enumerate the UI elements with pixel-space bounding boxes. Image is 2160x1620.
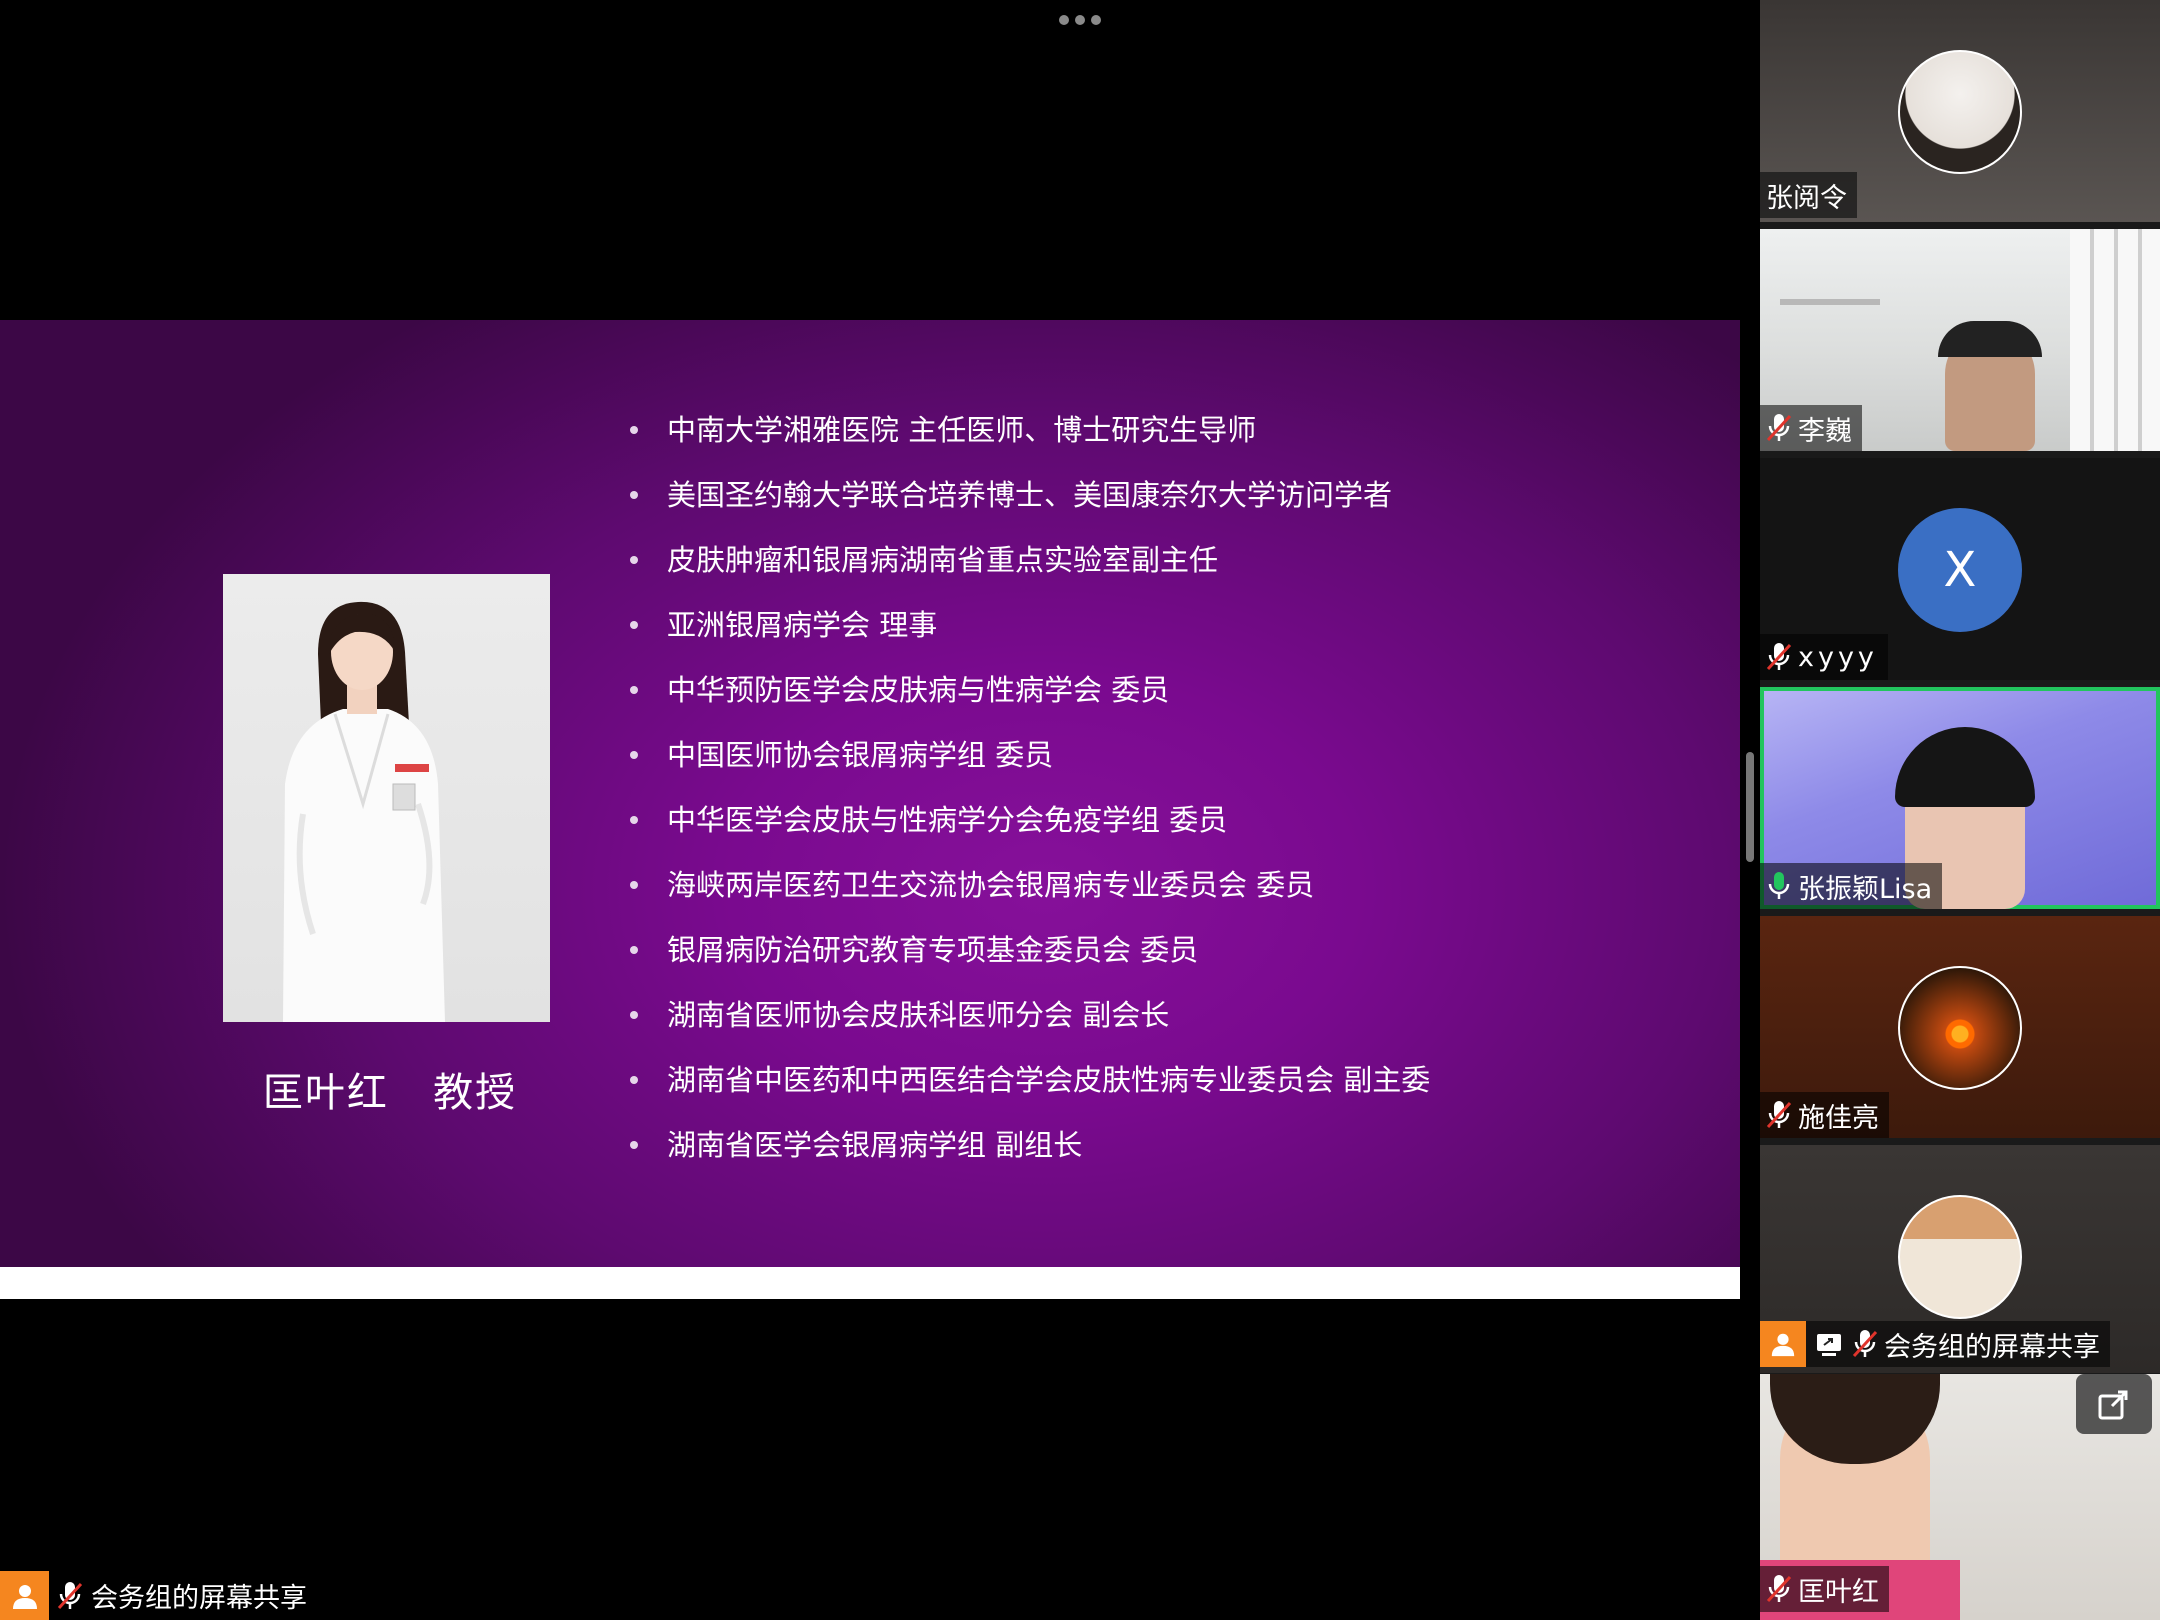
bullet-icon [630,686,638,694]
bullet-icon [630,881,638,889]
sharer-label: 会务组的屏幕共享 [0,1571,319,1620]
mic-off-icon [1766,1099,1792,1130]
avatar-letter: X [1943,542,1977,598]
list-item: 亚洲银屑病学会 理事 [625,607,1430,672]
list-item: 湖南省医学会银屑病学组 副组长 [625,1127,1430,1192]
list-item: 皮肤肿瘤和银屑病湖南省重点实验室副主任 [625,542,1430,607]
mic-on-icon [1768,872,1790,899]
participant-tile[interactable]: 匡叶红 [1760,1374,2160,1620]
mic-off-icon [57,1580,83,1610]
slide-bottom-strip [0,1267,1740,1299]
bullet-icon [630,491,638,499]
mic-off-icon [1766,1573,1792,1604]
bullet-icon [630,751,638,759]
bullet-icon [630,1076,638,1084]
list-item: 湖南省中医药和中西医结合学会皮肤性病专业委员会 副主委 [625,1062,1430,1127]
bullet-icon [630,816,638,824]
mic-off-icon [1766,412,1792,443]
mic-off-icon [1852,1328,1878,1359]
participant-name-tag: 施佳亮 [1760,1092,1889,1138]
presentation-slide: 匡叶红 教授 中南大学湘雅医院 主任医师、博士研究生导师 美国圣约翰大学联合培养… [0,320,1740,1267]
bullet-icon [630,1141,638,1149]
split-resize-handle[interactable] [1746,752,1754,862]
participant-tile[interactable]: 会务组的屏幕共享 [1760,1145,2160,1373]
participant-name-tag: 会务组的屏幕共享 [1760,1321,2110,1367]
bullet-icon [630,946,638,954]
bullet-icon [630,426,638,434]
bullet-icon [630,1011,638,1019]
participant-name-tag: 匡叶红 [1760,1566,1889,1612]
participant-name-tag: 张振颖Lisa [1760,863,1943,909]
list-item: 中南大学湘雅医院 主任医师、博士研究生导师 [625,412,1430,477]
video-background [2070,229,2160,451]
expand-icon[interactable] [2076,1374,2152,1434]
participant-tile[interactable]: 张阅令 [1760,0,2160,222]
participant-name-tag: 李巍 [1760,405,1862,451]
list-item: 海峡两岸医药卫生交流协会银屑病专业委员会 委员 [625,867,1430,932]
person-icon [0,1571,49,1620]
avatar [1898,50,2022,174]
participant-tile[interactable]: 施佳亮 [1760,916,2160,1138]
screen-share-area: 匡叶红 教授 中南大学湘雅医院 主任医师、博士研究生导师 美国圣约翰大学联合培养… [0,0,1760,1620]
person-icon [1760,1321,1806,1367]
avatar [1898,966,2022,1090]
list-item: 中华医学会皮肤与性病学分会免疫学组 委员 [625,802,1430,867]
bullet-icon [630,621,638,629]
credential-list: 中南大学湘雅医院 主任医师、博士研究生导师 美国圣约翰大学联合培养博士、美国康奈… [625,412,1430,1192]
avatar: X [1898,508,2022,632]
participant-gallery: 张阅令 李巍 X xyyy 张振颖Lisa 施佳亮 会务组的屏幕共享 匡叶红 [1760,0,2160,1620]
participant-video [1895,727,2035,807]
participant-tile[interactable]: 张振颖Lisa [1760,687,2160,909]
list-item: 中国医师协会银屑病学组 委员 [625,737,1430,802]
participant-tile[interactable]: 李巍 [1760,229,2160,451]
avatar [1898,1195,2022,1319]
speaker-name: 匡叶红 教授 [262,1070,518,1116]
list-item: 美国圣约翰大学联合培养博士、美国康奈尔大学访问学者 [625,477,1430,542]
bullet-icon [630,556,638,564]
video-background [1780,229,1880,305]
screen-share-icon [1817,1334,1841,1356]
participant-name-tag: 张阅令 [1760,172,1857,218]
participant-video [1938,321,2042,357]
list-item: 湖南省医师协会皮肤科医师分会 副会长 [625,997,1430,1062]
participant-name-tag: xyyy [1760,634,1888,680]
speaker-photo [223,574,550,1022]
participant-tile[interactable]: X xyyy [1760,458,2160,680]
list-item: 中华预防医学会皮肤病与性病学会 委员 [625,672,1430,737]
more-options-icon[interactable] [1052,10,1108,30]
list-item: 银屑病防治研究教育专项基金委员会 委员 [625,932,1430,997]
mic-off-icon [1766,641,1792,672]
